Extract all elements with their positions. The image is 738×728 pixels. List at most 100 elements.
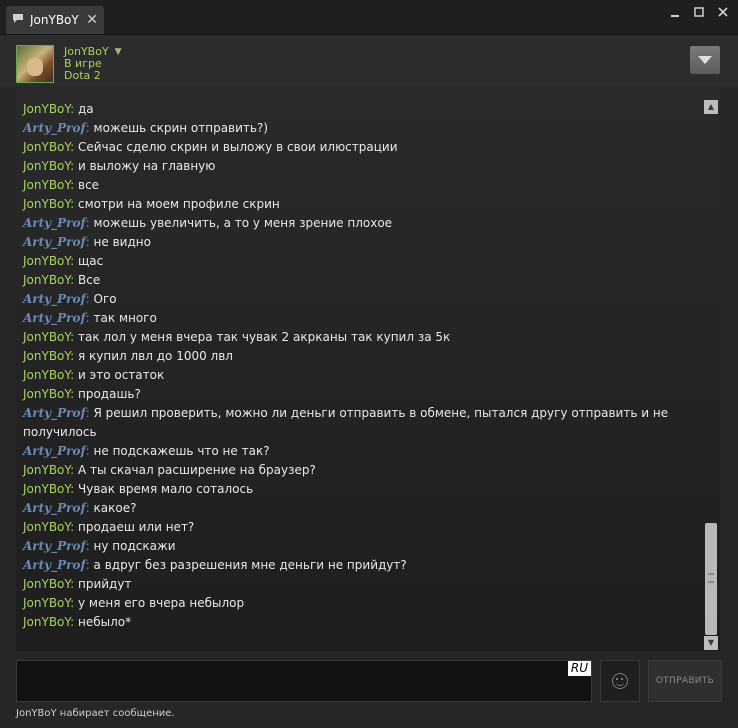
- avatar-face: [27, 58, 43, 76]
- message-text: и это остаток: [78, 368, 165, 382]
- chat-message: JonYBoY: и выложу на главную: [23, 157, 703, 176]
- sender-separator: :: [70, 102, 78, 116]
- message-sender[interactable]: Arty_Prof: [23, 444, 86, 458]
- message-sender[interactable]: JonYBoY: [23, 577, 70, 591]
- grip-icon: [708, 573, 714, 583]
- chat-message: JonYBoY: все: [23, 176, 703, 195]
- chat-tab[interactable]: JonYBoY ✕: [6, 6, 104, 34]
- smiley-icon: [612, 673, 628, 689]
- chat-message: Arty_Prof: Я решил проверить, можно ли д…: [23, 404, 703, 442]
- send-button[interactable]: ОТПРАВИТЬ: [648, 660, 722, 702]
- message-sender[interactable]: JonYBoY: [23, 463, 70, 477]
- message-sender[interactable]: JonYBoY: [23, 596, 70, 610]
- chat-scrollbar[interactable]: ▲ ▼: [704, 100, 718, 650]
- message-sender[interactable]: JonYBoY: [23, 387, 70, 401]
- scroll-up-icon[interactable]: ▲: [704, 100, 718, 114]
- message-sender[interactable]: Arty_Prof: [23, 311, 86, 325]
- message-text: прийдут: [78, 577, 132, 591]
- tab-title: JonYBoY: [30, 13, 79, 27]
- message-sender[interactable]: JonYBoY: [23, 102, 70, 116]
- message-sender[interactable]: Arty_Prof: [23, 406, 86, 420]
- chat-menu-button[interactable]: [690, 46, 720, 74]
- scroll-down-icon[interactable]: ▼: [704, 636, 718, 650]
- message-text: небыло*: [78, 615, 132, 629]
- message-sender[interactable]: Arty_Prof: [23, 292, 86, 306]
- friend-game: Dota 2: [64, 69, 101, 82]
- chevron-down-icon: [698, 53, 712, 67]
- minimize-icon[interactable]: [668, 6, 682, 20]
- message-list: JonYBoY: да Arty_Prof: можешь скрин отпра…: [23, 100, 703, 632]
- chat-message: JonYBoY: да: [23, 100, 703, 119]
- message-text: щас: [78, 254, 104, 268]
- message-sender[interactable]: JonYBoY: [23, 140, 70, 154]
- message-sender[interactable]: JonYBoY: [23, 349, 70, 363]
- message-sender[interactable]: JonYBoY: [23, 520, 70, 534]
- message-text: да: [78, 102, 94, 116]
- chat-bubble-icon: [12, 13, 24, 27]
- message-sender[interactable]: JonYBoY: [23, 178, 70, 192]
- tab-close-icon[interactable]: ✕: [86, 13, 98, 27]
- sender-separator: :: [85, 539, 94, 553]
- message-sender[interactable]: Arty_Prof: [23, 216, 86, 230]
- emoticon-button[interactable]: [600, 660, 640, 702]
- message-text: Чувак время мало соталось: [78, 482, 254, 496]
- message-sender[interactable]: JonYBoY: [23, 330, 70, 344]
- sender-separator: :: [70, 178, 78, 192]
- chat-message: Arty_Prof: не видно: [23, 233, 703, 252]
- message-sender[interactable]: JonYBoY: [23, 482, 70, 496]
- message-sender[interactable]: Arty_Prof: [23, 235, 86, 249]
- sender-separator: :: [70, 482, 78, 496]
- message-sender[interactable]: Arty_Prof: [23, 501, 86, 515]
- chat-message: JonYBoY: А ты скачал расширение на брауз…: [23, 461, 703, 480]
- chat-message: JonYBoY: продашь?: [23, 385, 703, 404]
- avatar[interactable]: [16, 45, 54, 83]
- close-icon[interactable]: [716, 6, 730, 20]
- message-text: не подскажешь что не так?: [93, 444, 270, 458]
- chat-message: JonYBoY: смотри на моем профиле скрин: [23, 195, 703, 214]
- message-text: все: [78, 178, 100, 192]
- message-input[interactable]: RU: [16, 660, 592, 702]
- sender-separator: :: [85, 501, 94, 515]
- language-badge: RU: [567, 661, 591, 676]
- message-sender[interactable]: JonYBoY: [23, 368, 70, 382]
- message-sender[interactable]: Arty_Prof: [23, 539, 86, 553]
- chat-message: Arty_Prof: какое?: [23, 499, 703, 518]
- scroll-thumb[interactable]: [705, 523, 717, 635]
- chat-message: Arty_Prof: ну подскажи: [23, 537, 703, 556]
- message-text: какое?: [93, 501, 137, 515]
- typing-status: JonYBoY набирает сообщение.: [16, 708, 175, 719]
- message-sender[interactable]: JonYBoY: [23, 254, 70, 268]
- message-text: Все: [78, 273, 101, 287]
- message-text: не видно: [93, 235, 151, 249]
- message-sender[interactable]: Arty_Prof: [23, 558, 86, 572]
- message-text: так лол у меня вчера так чувак 2 акрканы…: [78, 330, 451, 344]
- sender-separator: :: [85, 216, 94, 230]
- message-text: Сейчас сделю скрин и выложу в свои илюст…: [78, 140, 398, 154]
- message-text: я купил лвл до 1000 лвл: [78, 349, 233, 363]
- message-sender[interactable]: JonYBoY: [23, 273, 70, 287]
- message-text: ну подскажи: [93, 539, 176, 553]
- message-sender[interactable]: Arty_Prof: [23, 121, 86, 135]
- caret-down-icon[interactable]: ▼: [115, 46, 122, 58]
- sender-separator: :: [70, 463, 78, 477]
- chat-message: JonYBoY: так лол у меня вчера так чувак …: [23, 328, 703, 347]
- message-text: так много: [93, 311, 157, 325]
- message-sender[interactable]: JonYBoY: [23, 615, 70, 629]
- sender-separator: :: [70, 349, 78, 363]
- message-text: можешь увеличить, а то у меня зрение пло…: [93, 216, 393, 230]
- chat-message: JonYBoY: Сейчас сделю скрин и выложу в с…: [23, 138, 703, 157]
- message-sender[interactable]: JonYBoY: [23, 159, 70, 173]
- chat-message: Arty_Prof: не подскажешь что не так?: [23, 442, 703, 461]
- chat-message: Arty_Prof: так много: [23, 309, 703, 328]
- sender-separator: :: [70, 273, 78, 287]
- sender-separator: :: [85, 235, 94, 249]
- chat-message: JonYBoY: щас: [23, 252, 703, 271]
- chat-log[interactable]: JonYBoY: да Arty_Prof: можешь скрин отпра…: [16, 88, 720, 651]
- message-text: продашь?: [78, 387, 141, 401]
- window-controls: [668, 6, 730, 20]
- sender-separator: :: [85, 292, 94, 306]
- message-sender[interactable]: JonYBoY: [23, 197, 70, 211]
- maximize-icon[interactable]: [692, 6, 706, 20]
- chat-message: JonYBoY: я купил лвл до 1000 лвл: [23, 347, 703, 366]
- chat-message: JonYBoY: продаеш или нет?: [23, 518, 703, 537]
